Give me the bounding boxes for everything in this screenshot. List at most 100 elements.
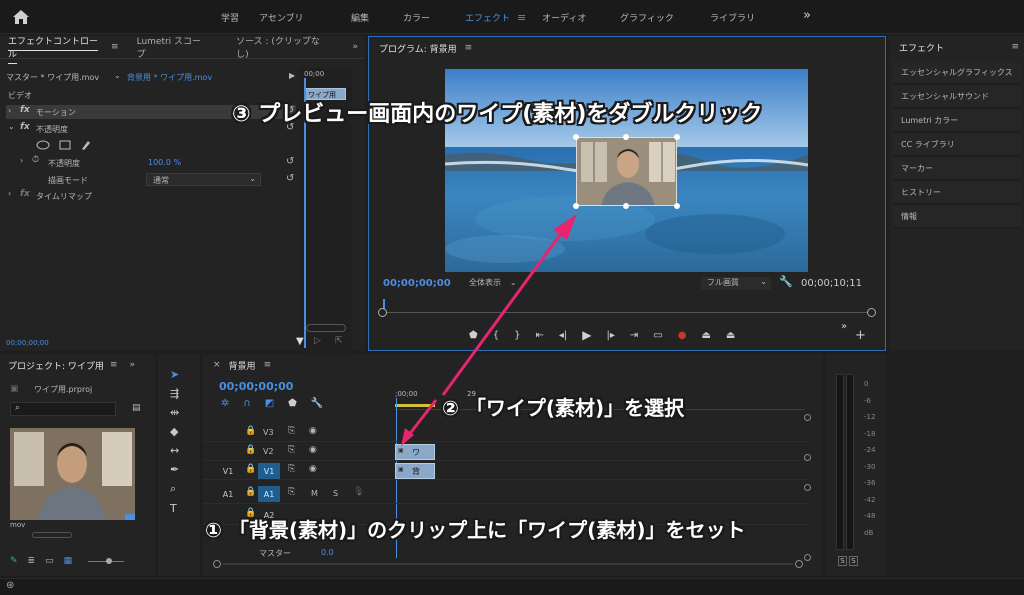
rectangle-mask-icon[interactable] [59,140,71,150]
lock-icon[interactable]: 🔒 [245,426,256,436]
effects-panel-item[interactable]: ヒストリー [893,182,1021,204]
add-marker-icon[interactable]: ⬟ [288,398,297,409]
sequence-clip-label[interactable]: 背景用 * ワイプ用.mov [127,72,212,83]
pencil-icon[interactable]: ✎ [10,556,18,566]
more-workspaces-button[interactable]: » [803,8,811,23]
play-icon[interactable]: ▶ [582,328,591,342]
transform-handle[interactable] [573,134,579,140]
panel-menu-icon[interactable]: ≡ [111,42,119,52]
expand-arrow-icon[interactable]: › [8,106,11,115]
pen-mask-icon[interactable] [80,139,92,151]
scrub-end-handle[interactable] [867,308,876,317]
workspace-tab-edit[interactable]: 編集 [351,11,369,24]
workspace-tab-assembly[interactable]: アセンブリ [259,11,304,24]
nest-icon[interactable]: ✲ [221,398,229,409]
track-select-tool-icon[interactable]: ⇶ [170,387,190,400]
step-forward-icon[interactable]: |▸ [606,330,614,341]
tab-effect-controls[interactable]: エフェクトコントロール [8,34,105,60]
more-controls-icon[interactable]: » [841,321,847,332]
zoom-select[interactable]: 全体表示 ⌄ [469,277,539,290]
transform-handle[interactable] [573,203,579,209]
go-to-in-icon[interactable]: ⇤ [535,330,543,341]
project-scrollbar[interactable] [32,532,72,538]
timeline-tab[interactable]: 背景用 [229,359,256,372]
microphone-icon[interactable]: 🎙 [353,487,364,497]
master-track-value[interactable]: 0.0 [321,548,334,557]
ellipse-mask-icon[interactable] [36,140,50,150]
effects-panel-title[interactable]: エフェクト [899,41,944,54]
filter-icon[interactable]: ▼ [296,336,304,347]
zoom-tool-icon[interactable]: ⌕ [170,482,190,496]
time-remap-row[interactable]: › fx タイムリマップ [6,189,296,203]
effects-panel-item[interactable]: マーカー [893,158,1021,180]
reset-icon[interactable]: ↺ [286,156,294,167]
play-audio-icon[interactable]: ▷ [314,336,321,346]
extract-icon[interactable]: ⏏ [726,330,735,341]
panel-menu-icon[interactable]: ≡ [465,43,473,53]
effects-panel-item[interactable]: 情報 [893,206,1021,228]
list-view-icon[interactable]: ≣ [28,556,36,566]
program-title[interactable]: プログラム: 背景用 [379,42,457,55]
program-scrubber[interactable] [378,299,876,319]
mute-button[interactable]: M [311,489,318,498]
icon-view-icon[interactable]: ▭ [45,556,54,566]
source-patch-v1[interactable]: V1 [217,463,239,479]
go-to-out-icon[interactable]: ⇥ [630,330,638,341]
solo-left-button[interactable]: S [838,556,847,566]
lift-icon[interactable]: ⏏ [701,330,710,341]
safe-margins-icon[interactable]: ▭ [653,330,662,341]
workspace-tab-learn[interactable]: 学習 [221,11,239,24]
program-timecode[interactable]: 00;00;00;00 [383,278,451,289]
sync-lock-icon[interactable]: ⎘ [288,487,295,497]
selection-tool-icon[interactable]: ➤ [170,368,190,381]
pen-tool-icon[interactable]: ✒ [170,463,190,476]
freeform-view-icon[interactable]: ▦ [64,556,73,566]
blend-mode-select[interactable]: 通常 ⌄ [146,173,261,186]
timeline-vscroll[interactable] [804,414,811,564]
type-tool-icon[interactable]: T [170,502,190,515]
timeline-timecode[interactable]: 00;00;00;00 [219,380,293,393]
sync-lock-icon[interactable]: ⎘ [288,426,295,436]
eye-icon[interactable]: ◉ [309,426,317,436]
source-patch-a1[interactable]: A1 [217,486,239,502]
slip-tool-icon[interactable]: ↔ [170,444,190,457]
workspace-tab-color[interactable]: カラー [403,11,430,24]
sync-lock-icon[interactable]: ⎘ [288,445,295,455]
transform-handle[interactable] [674,203,680,209]
track-label-v3[interactable]: V3 [263,428,274,437]
eye-icon[interactable]: ◉ [309,445,317,455]
new-bin-icon[interactable]: ▤ [132,403,141,413]
linked-selection-icon[interactable]: ◩ [265,398,274,409]
timeline-hscroll[interactable] [213,560,803,568]
clip-background[interactable]: ▣ 背 [395,463,435,479]
creative-cloud-icon[interactable]: ⊛ [6,580,14,591]
lock-icon[interactable]: 🔒 [245,464,256,474]
tab-lumetri-scopes[interactable]: Lumetri スコープ [137,34,208,60]
close-tab-icon[interactable]: × [213,360,221,370]
expand-panels-icon[interactable]: » [129,360,135,370]
wipe-overlay-clip[interactable] [576,137,677,206]
project-title[interactable]: プロジェクト: ワイプ用 [8,359,104,372]
workspace-tab-libraries[interactable]: ライブラリ [710,11,755,24]
wrench-icon[interactable]: 🔧 [779,275,793,288]
panel-menu-icon[interactable]: ≡ [264,360,272,370]
expand-arrow-icon[interactable]: › [20,156,23,165]
ripple-edit-tool-icon[interactable]: ⇹ [170,406,190,419]
effects-panel-item[interactable]: エッセンシャルグラフィックス [893,62,1021,84]
step-back-icon[interactable]: ◂| [559,330,567,341]
razor-tool-icon[interactable]: ◆ [170,425,190,438]
transform-handle[interactable] [623,134,629,140]
quality-select[interactable]: フル画質 ⌄ [701,277,771,290]
transform-handle[interactable] [674,134,680,140]
home-icon[interactable] [12,9,30,25]
record-icon[interactable]: ● [678,330,687,341]
add-button-icon[interactable]: + [855,328,866,343]
mini-scrollbar[interactable] [306,324,346,332]
track-label-a1[interactable]: A1 [258,486,280,502]
effects-panel-item[interactable]: CC ライブラリ [893,134,1021,156]
zoom-slider[interactable] [88,557,125,564]
workspace-tab-effects[interactable]: エフェクト [465,11,510,24]
play-clip-icon[interactable]: ▶ [289,71,295,80]
workspace-tab-graphics[interactable]: グラフィック [620,11,674,24]
opacity-value[interactable]: 100.0 % [148,158,181,167]
